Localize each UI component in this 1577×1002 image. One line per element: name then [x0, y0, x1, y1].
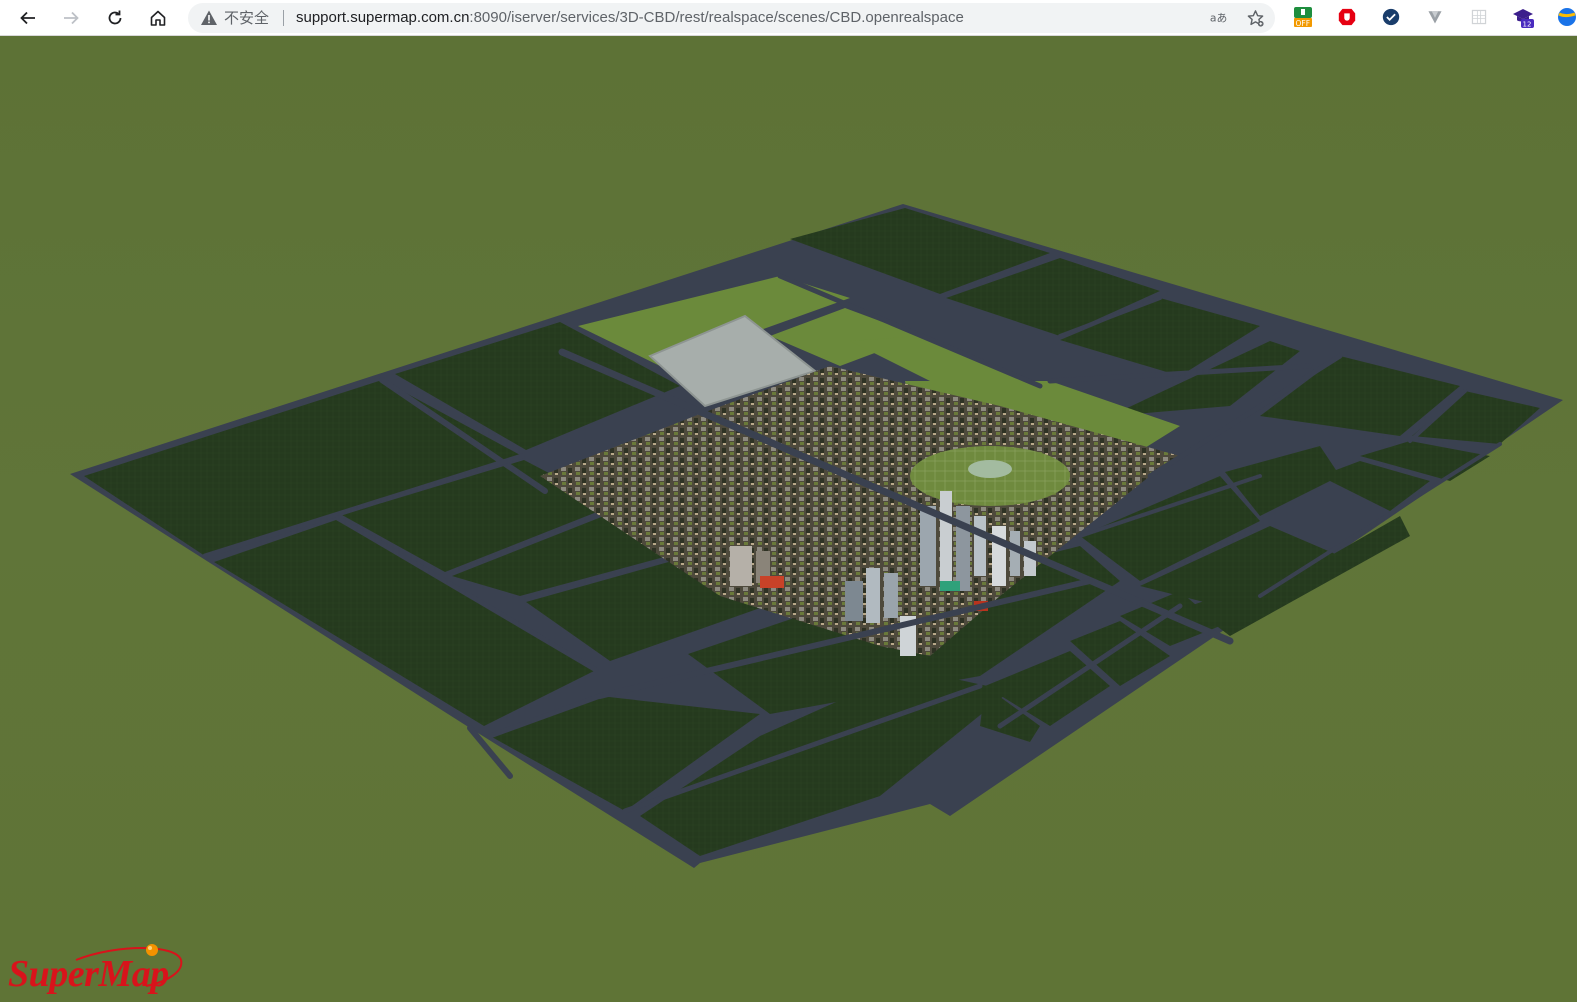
home-icon [150, 10, 166, 26]
ext-cap-badge: 12 [1523, 21, 1532, 29]
city-model-scene[interactable] [0, 36, 1577, 1002]
ext-cap-icon[interactable]: 12 [1512, 6, 1534, 28]
arrow-right-icon [64, 11, 79, 25]
url-divider [283, 10, 284, 26]
url-text[interactable]: support.supermap.com.cn:8090/iserver/ser… [296, 9, 964, 27]
ext-grid-icon[interactable] [1468, 6, 1490, 28]
browser-toolbar: 不安全 support.supermap.com.cn:8090/iserver… [0, 0, 1577, 36]
ext-off-icon[interactable]: OFF [1292, 6, 1314, 28]
back-button[interactable] [14, 4, 42, 32]
security-label[interactable]: 不安全 [224, 9, 269, 27]
reload-button[interactable] [101, 4, 129, 32]
bookmark-star-icon[interactable] [1245, 8, 1265, 28]
reload-icon [108, 10, 122, 25]
svg-text:aあ: aあ [1210, 12, 1227, 25]
url-host: support.supermap.com.cn [296, 9, 470, 26]
ext-vuetify-icon[interactable] [1424, 6, 1446, 28]
url-path: :8090/iserver/services/3D-CBD/rest/reals… [469, 9, 964, 26]
park-pond [968, 460, 1012, 478]
ext-check-icon[interactable] [1380, 6, 1402, 28]
supermap-logo: SuperMap [6, 942, 186, 998]
scene-viewport[interactable]: SuperMap [0, 36, 1577, 1002]
ext-shield-icon[interactable] [1336, 6, 1358, 28]
warning-icon[interactable] [200, 9, 218, 27]
forward-button[interactable] [57, 4, 85, 32]
arrow-left-icon [20, 11, 35, 25]
ext-partial-icon[interactable] [1556, 6, 1577, 28]
address-bar[interactable]: 不安全 support.supermap.com.cn:8090/iserver… [188, 3, 1275, 33]
home-button[interactable] [144, 4, 172, 32]
translate-icon[interactable]: aあ [1208, 8, 1228, 28]
ext-off-badge: OFF [1296, 19, 1311, 28]
logo-text: SuperMap [8, 953, 169, 995]
